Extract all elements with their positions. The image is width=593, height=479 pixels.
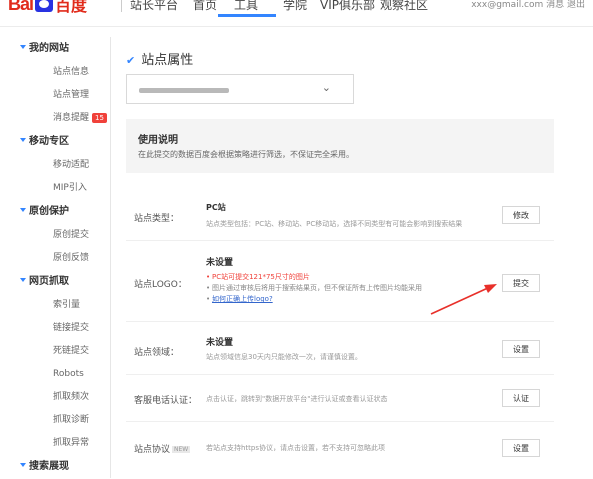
sidebar-item-messages[interactable]: 消息提醒 15 xyxy=(12,107,110,130)
usage-notice: 使用说明 在此提交的数据百度会根据策略进行筛选，不保证完全采用。 xyxy=(126,119,554,173)
new-tag: NEW xyxy=(172,446,191,453)
sidebar-group-search-display[interactable]: 搜索展现 xyxy=(12,455,110,479)
caret-down-icon xyxy=(20,278,26,282)
caret-down-icon xyxy=(20,138,26,142)
row-desc: 站点领域信息30天内只能修改一次，请谨慎设置。 xyxy=(206,353,362,361)
sidebar-group-my-site[interactable]: 我的网站 xyxy=(12,37,110,61)
sidebar-item-crawl-frequency[interactable]: 抓取频次 xyxy=(12,386,110,409)
chevron-down-icon: ✔ xyxy=(126,54,136,67)
baidu-paw-icon xyxy=(35,0,54,12)
nav-academy[interactable]: 学院 xyxy=(283,0,307,13)
row-label: 客服电话认证： xyxy=(134,396,198,406)
sidebar-group-crawl[interactable]: 网页抓取 xyxy=(12,270,110,294)
row-desc: 若站点支持https协议，请点击设置，若不支持可忽略此项 xyxy=(206,444,386,452)
row-label: 站点LOGO： xyxy=(134,280,187,290)
sidebar-item-site-info[interactable]: 站点信息 xyxy=(12,61,110,84)
submit-button[interactable]: 提交 xyxy=(502,274,540,292)
sidebar-item-mobile-adapt[interactable]: 移动适配 xyxy=(12,154,110,177)
row-phone-verify: 客服电话认证： 点击认证，跳转到"数据开放平台"进行认证或查看认证状态 认证 xyxy=(126,375,554,422)
sidebar-item-crawl-error[interactable]: 抓取异常 xyxy=(12,432,110,455)
sidebar-item-link-submit[interactable]: 链接提交 xyxy=(12,317,110,340)
user-links[interactable]: xxx@gmail.com 消息 退出 xyxy=(471,0,585,10)
active-nav-indicator xyxy=(218,14,276,17)
row-value: 未设置 xyxy=(206,258,234,268)
chevron-down-icon: ⌄ xyxy=(321,81,331,94)
sidebar-item-deadlink[interactable]: 死链提交 xyxy=(12,340,110,363)
row-label: 站点领域： xyxy=(134,348,180,358)
sidebar-item-crawl-diagnose[interactable]: 抓取诊断 xyxy=(12,409,110,432)
row-value: PC站 xyxy=(206,203,226,212)
sidebar-item-mip[interactable]: MIP引入 xyxy=(12,177,110,200)
row-site-logo: 站点LOGO： 未设置 • PC站可提交121*75尺寸的图片 • 图片通过审核后将… xyxy=(126,241,554,322)
caret-down-icon xyxy=(20,463,26,467)
usage-title: 使用说明 xyxy=(138,135,178,146)
sidebar-item-robots[interactable]: Robots xyxy=(12,363,110,386)
row-site-field: 站点领域： 未设置 站点领域信息30天内只能修改一次，请谨慎设置。 设置 xyxy=(126,322,554,375)
nav-community[interactable]: 观察社区 xyxy=(380,0,428,13)
logo-help-link[interactable]: 如何正确上传logo? xyxy=(212,295,273,303)
selected-site-redacted xyxy=(139,88,229,93)
row-desc: 站点类型包括：PC站、移动站、PC移动站，选择不同类型有可能会影响到搜索结果 xyxy=(206,220,463,228)
site-select[interactable]: ⌄ xyxy=(126,74,354,104)
row-site-type: 站点类型： PC站 站点类型包括：PC站、移动站、PC移动站，选择不同类型有可能… xyxy=(126,190,554,241)
divider xyxy=(121,0,122,12)
set-protocol-button[interactable]: 设置 xyxy=(502,439,540,457)
row-label: 站点协议 NEW xyxy=(134,445,191,455)
baidu-logo[interactable]: Bai 百度 xyxy=(8,0,87,16)
logo-requirements: • PC站可提交121*75尺寸的图片 • 图片通过审核后将用于搜索结果页，但不保证… xyxy=(206,273,422,303)
sidebar-item-index[interactable]: 索引量 xyxy=(12,294,110,317)
nav-tools[interactable]: 工具 xyxy=(234,0,258,13)
sidebar-item-original-submit[interactable]: 原创提交 xyxy=(12,224,110,247)
message-count-badge: 15 xyxy=(92,112,107,123)
sidebar-item-site-manage[interactable]: 站点管理 xyxy=(12,84,110,107)
caret-down-icon xyxy=(20,45,26,49)
sidebar: 我的网站 站点信息 站点管理 消息提醒 15 移动专区 移动适配 MIP引入 原创… xyxy=(12,37,111,478)
set-field-button[interactable]: 设置 xyxy=(502,340,540,358)
page-title: ✔ 站点属性 xyxy=(126,53,194,68)
row-value: 未设置 xyxy=(206,338,234,348)
row-desc: 点击认证，跳转到"数据开放平台"进行认证或查看认证状态 xyxy=(206,395,388,403)
top-bar: Bai 百度 站长平台 首页 工具 学院 VIP俱乐部 观察社区 xxx@gma… xyxy=(0,0,593,27)
caret-down-icon xyxy=(20,208,26,212)
sidebar-group-mobile[interactable]: 移动专区 xyxy=(12,130,110,154)
nav-zhanzhang[interactable]: 站长平台 xyxy=(130,0,178,13)
row-label: 站点类型： xyxy=(134,214,180,224)
modify-button[interactable]: 修改 xyxy=(502,206,540,224)
sidebar-group-original[interactable]: 原创保护 xyxy=(12,200,110,224)
usage-desc: 在此提交的数据百度会根据策略进行筛选，不保证完全采用。 xyxy=(138,150,354,159)
verify-button[interactable]: 认证 xyxy=(502,389,540,407)
row-site-protocol: 站点协议 NEW 若站点支持https协议，请点击设置，若不支持可忽略此项 设置 xyxy=(126,422,554,468)
nav-home[interactable]: 首页 xyxy=(193,0,217,13)
sidebar-item-original-feedback[interactable]: 原创反馈 xyxy=(12,247,110,270)
nav-vip[interactable]: VIP俱乐部 xyxy=(320,0,375,13)
